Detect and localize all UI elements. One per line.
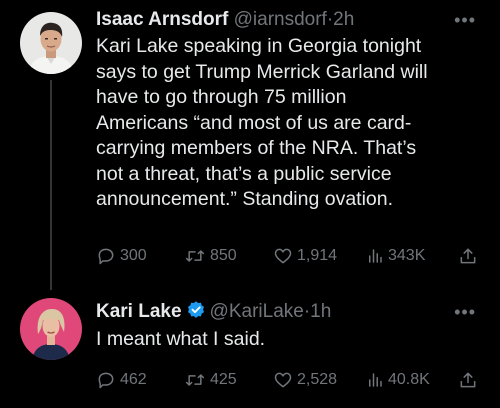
views-icon [369,249,382,263]
like-count: 2,528 [297,371,338,388]
reply-count: 300 [120,247,147,264]
tweet-text-line: Kari Lake speaking in Georgia tonight [96,35,422,57]
views-button[interactable]: 40.8K [366,371,430,389]
tweet-text-line: have to go through 75 million [96,86,347,108]
tweet-actions: 462 425 2,528 40.8K [96,369,480,391]
tweet-text-line: says to get Trump Merrick Garland will [96,60,428,83]
tweet-text-line: announcement.” Standing ovation. [96,188,394,210]
share-icon [460,372,476,388]
more-icon[interactable]: ••• [454,300,476,324]
like-icon [274,372,292,388]
author-handle[interactable]: @iarnsdorf [234,9,327,30]
reply-icon [98,372,114,389]
author-handle[interactable]: @KariLake [210,301,304,322]
views-button[interactable]: 343K [366,247,425,265]
views-icon [369,373,382,387]
tweet-time[interactable]: 1h [310,301,331,322]
more-icon[interactable]: ••• [454,8,476,32]
retweet-button[interactable]: 850 [184,246,237,266]
views-count: 40.8K [388,371,430,388]
reply-button[interactable]: 300 [96,246,147,266]
tweet-time[interactable]: 2h [333,9,354,30]
share-icon [460,248,476,264]
retweet-icon [185,250,205,262]
tweet-header: Kari Lake @KariLake·1h ••• [96,300,486,327]
like-count: 1,914 [297,247,338,264]
retweet-icon [185,374,205,386]
retweet-count: 850 [210,247,237,264]
tweet-text: Kari Lake speaking in Georgia tonight sa… [96,34,486,213]
share-button[interactable] [458,370,478,390]
tweet-text-line: not a threat, that’s a public service [96,162,392,185]
verified-badge-icon [186,300,206,327]
like-icon [274,248,292,264]
author-display-name[interactable]: Kari Lake [96,301,182,322]
retweet-button[interactable]: 425 [184,370,237,390]
tweet-text-line: Americans “and most of us are card- [96,111,412,134]
reply-button[interactable]: 462 [96,370,147,390]
person-avatar-woman-icon [20,298,82,360]
tweet-text-line: I meant what I said. [96,328,266,350]
tweet-text-line: carrying members of the NRA. That’s [96,137,417,159]
reply-icon [98,248,114,265]
person-avatar-man-icon [20,12,82,74]
reply-count: 462 [120,371,147,388]
tweet-isaac-arnsdorf[interactable]: Isaac Arnsdorf @iarnsdorf·2h ••• Kari La… [0,0,500,290]
tweet-actions: 300 850 1,914 343K [96,245,480,267]
like-button[interactable]: 1,914 [273,246,337,266]
share-button[interactable] [458,246,478,266]
tweet-header: Isaac Arnsdorf @iarnsdorf·2h ••• [96,8,486,32]
like-button[interactable]: 2,528 [273,370,337,390]
author-display-name[interactable]: Isaac Arnsdorf [96,9,228,30]
avatar[interactable] [20,12,82,74]
views-count: 343K [388,247,426,264]
tweet-kari-lake[interactable]: Kari Lake @KariLake·1h ••• I meant what I… [0,280,500,408]
avatar[interactable] [20,298,82,360]
retweet-count: 425 [210,371,237,388]
tweet-text: I meant what I said. [96,327,486,353]
thread-connector-line [50,80,52,290]
